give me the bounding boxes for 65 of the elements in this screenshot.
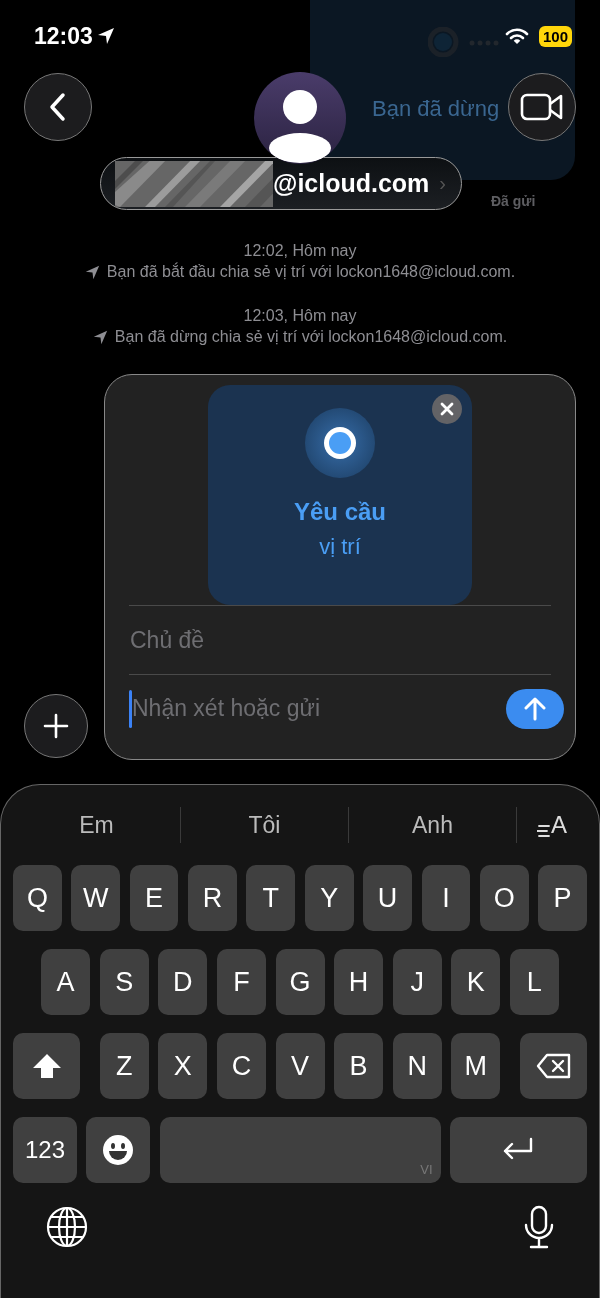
lines-icon bbox=[537, 823, 551, 839]
key[interactable]: N bbox=[392, 1033, 442, 1099]
send-button[interactable] bbox=[506, 688, 564, 729]
text-size-button[interactable]: A bbox=[517, 811, 587, 839]
key[interactable]: Z bbox=[99, 1033, 149, 1099]
key[interactable]: C bbox=[216, 1033, 266, 1099]
chevron-left-icon bbox=[48, 92, 68, 122]
key[interactable]: T bbox=[246, 865, 296, 931]
plus-icon bbox=[43, 713, 69, 739]
key[interactable]: D bbox=[158, 949, 208, 1015]
suggestion[interactable]: Em bbox=[13, 811, 180, 839]
close-icon bbox=[440, 402, 454, 416]
numbers-key[interactable]: 123 bbox=[13, 1117, 77, 1183]
key[interactable]: O bbox=[479, 865, 529, 931]
emoji-key[interactable] bbox=[86, 1117, 151, 1183]
key[interactable]: H bbox=[334, 949, 384, 1015]
arrow-up-icon bbox=[524, 696, 546, 721]
event-message: Bạn đã dừng chia sẻ vị trí với lockon1648@icloud.com. bbox=[114, 327, 508, 347]
video-camera-icon bbox=[520, 92, 564, 122]
key[interactable]: F bbox=[216, 949, 266, 1015]
smiley-icon bbox=[102, 1134, 135, 1166]
key[interactable]: K bbox=[451, 949, 501, 1015]
key[interactable]: V bbox=[275, 1033, 325, 1099]
shift-key[interactable] bbox=[13, 1033, 80, 1099]
location-arrow-icon bbox=[96, 27, 115, 45]
key[interactable]: M bbox=[451, 1033, 501, 1099]
location-arrow-icon bbox=[92, 329, 108, 345]
message-text: Bạn đã dừng bbox=[372, 96, 500, 122]
key[interactable]: E bbox=[129, 865, 179, 931]
backspace-icon bbox=[535, 1053, 572, 1079]
subject-field[interactable]: Chủ đề bbox=[129, 606, 551, 674]
key[interactable]: A bbox=[41, 949, 91, 1015]
key[interactable]: R bbox=[188, 865, 237, 931]
key[interactable]: B bbox=[334, 1033, 384, 1099]
avatar-icon bbox=[254, 72, 346, 164]
key[interactable]: U bbox=[363, 865, 412, 931]
globe-icon[interactable] bbox=[46, 1206, 88, 1248]
message-field[interactable]: Nhận xét hoặc gửi bbox=[132, 695, 506, 722]
key[interactable]: I bbox=[421, 865, 471, 931]
key[interactable]: G bbox=[275, 949, 325, 1015]
location-arrow-icon bbox=[84, 264, 100, 280]
microphone-icon[interactable] bbox=[523, 1205, 555, 1249]
key[interactable]: S bbox=[99, 949, 149, 1015]
key[interactable]: Y bbox=[304, 865, 354, 931]
suggestion[interactable]: Tôi bbox=[181, 811, 348, 839]
key[interactable]: X bbox=[158, 1033, 208, 1099]
delete-key[interactable] bbox=[520, 1033, 587, 1099]
key[interactable]: P bbox=[538, 865, 587, 931]
location-request-card[interactable]: Yêu cầu vị trí bbox=[208, 385, 472, 605]
status-time: 12:03 bbox=[34, 22, 93, 50]
key[interactable]: Q bbox=[13, 865, 62, 931]
event-message: Bạn đã bắt đầu chia sẻ vị trí với lockon1648@icloud.com. bbox=[106, 261, 516, 282]
key[interactable]: W bbox=[71, 865, 121, 931]
key[interactable]: L bbox=[509, 949, 559, 1015]
contact-button[interactable]: @icloud.com › bbox=[100, 157, 462, 210]
timestamp: 12:02, Hôm nay bbox=[243, 241, 357, 261]
wifi-icon bbox=[504, 27, 529, 45]
timestamp: 12:03, Hôm nay bbox=[243, 306, 357, 326]
suggestion[interactable]: Anh bbox=[349, 811, 516, 839]
location-dot-icon bbox=[305, 408, 375, 478]
delivery-status: Đã gửi bbox=[491, 193, 536, 209]
card-title: Yêu cầu bbox=[293, 498, 386, 526]
close-button[interactable] bbox=[432, 394, 462, 424]
key[interactable]: J bbox=[392, 949, 442, 1015]
card-subtitle: vị trí bbox=[319, 534, 361, 560]
